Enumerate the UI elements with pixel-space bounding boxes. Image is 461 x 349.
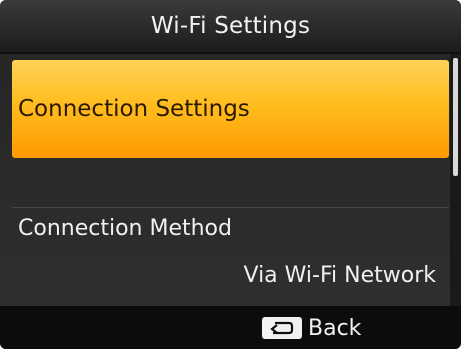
title-bar: Wi-Fi Settings	[0, 0, 461, 54]
back-label: Back	[308, 315, 362, 341]
menu-item-label: Connection Settings	[18, 96, 250, 122]
bottom-bar: Back	[0, 306, 461, 349]
connection-method-value: Via Wi-Fi Network	[243, 263, 437, 288]
back-button[interactable]: Back	[262, 314, 361, 342]
connection-method-label: Connection Method	[18, 216, 232, 241]
divider	[12, 207, 449, 208]
camera-lcd-screen: Wi-Fi Settings Connection Settings Conne…	[0, 0, 461, 349]
screen-title: Wi-Fi Settings	[150, 13, 311, 39]
scrollbar[interactable]	[450, 54, 461, 306]
settings-list: Connection Settings Connection Method Vi…	[0, 54, 450, 306]
menu-item-connection-settings[interactable]: Connection Settings	[12, 60, 449, 158]
return-arrow-icon	[262, 317, 302, 339]
scrollbar-thumb[interactable]	[453, 58, 458, 176]
